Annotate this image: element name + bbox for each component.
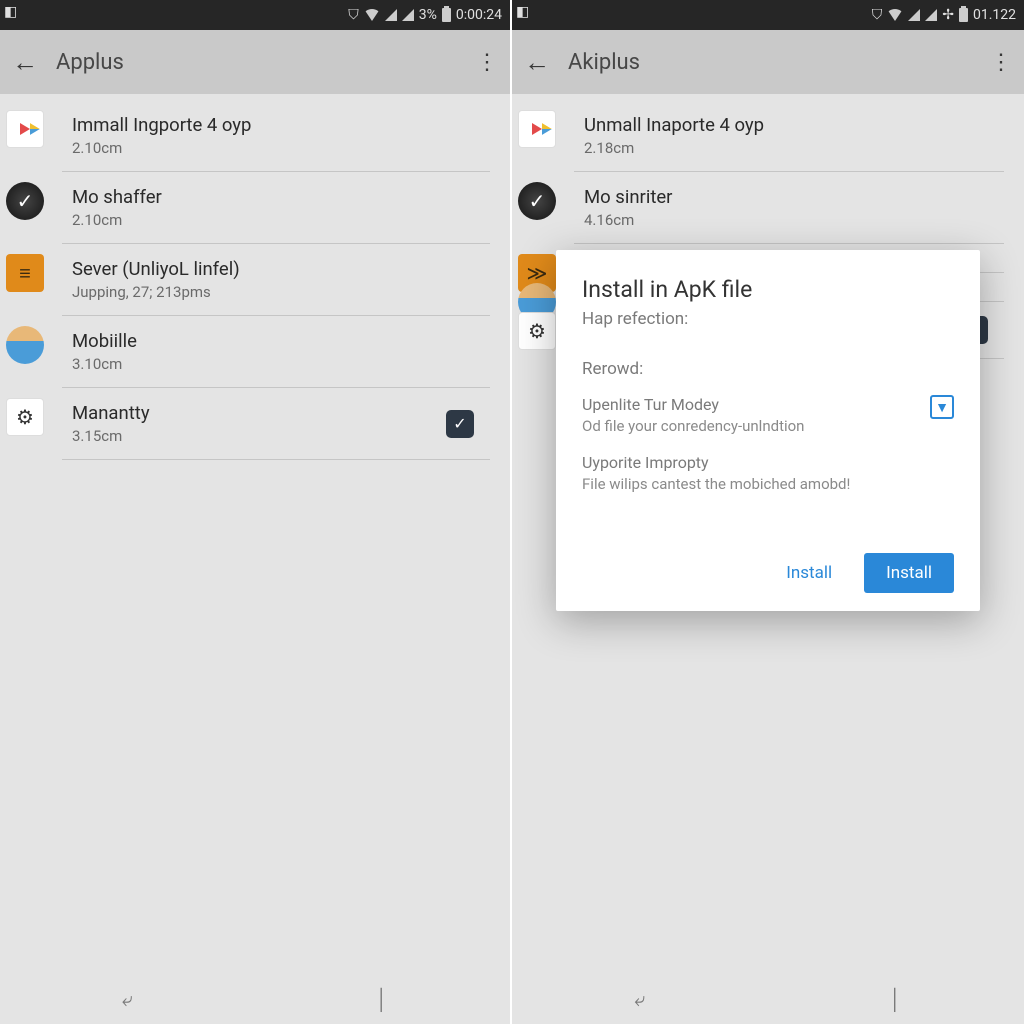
nav-divider: │ [889,987,902,1012]
option-desc: Od file your conredency-unlndtion [582,417,920,435]
item-title: Mo shaffer [72,186,474,208]
item-title: Mobiille [72,330,474,352]
battery-icon [442,8,451,22]
status-bar: ◧ ⛉ 3% 0:00:24 [0,0,510,30]
option-desc: File wilips cantest the mobiched amobd! [582,475,954,493]
list-item[interactable]: Mobiille 3.10cm [62,316,490,388]
nav-bar: ⤶ │ [512,974,1024,1024]
shield-icon: ⛉ [872,7,883,23]
item-title: Unmall Inaporte 4 oyp [584,114,988,136]
back-button[interactable]: ← [12,47,48,78]
app-icon: ✓ [518,182,556,220]
page-title: Akiplus [568,50,988,75]
item-subtitle: 2.10cm [72,139,474,157]
app-icon [6,326,44,364]
item-title: Manantty [72,402,446,424]
nav-back-icon[interactable]: ⤶ [122,987,133,1011]
option-title: Upenlite Tur Modey [582,395,920,414]
nav-divider: │ [376,987,389,1012]
signal-icon [908,9,920,21]
app-icon: ✓ [6,182,44,220]
item-subtitle: 4.16cm [584,211,988,229]
nav-bar: ⤶ │ [0,974,510,1024]
dialog-subtitle: Hap refection: [582,309,954,329]
list-item[interactable]: ✓ Mo sinriter 4.16cm [574,172,1004,244]
nav-back-icon[interactable]: ⤶ [634,987,645,1011]
status-time: 0:00:24 [456,7,502,23]
battery-icon [959,8,968,22]
install-flat-button[interactable]: Install [768,553,850,593]
signal-icon-2 [402,9,414,21]
item-subtitle: Jupping, 27; 213pms [72,283,474,301]
list-item[interactable]: Unmall Inaporte 4 oyp 2.18cm [574,100,1004,172]
screenshot-right: ◧ ⛉ ✢ 01.122 ← Akiplus ⋮ Unmall Inaporte… [512,0,1024,1024]
app-icon: ≡ [6,254,44,292]
status-misc-icon: ✢ [942,7,954,23]
app-bar: ← Applus ⋮ [0,30,510,94]
dialog-section-label: Rerowd: [582,359,954,379]
item-title: Immall Ingporte 4 oyp [72,114,474,136]
screenshot-left: ◧ ⛉ 3% 0:00:24 ← Applus ⋮ Immall Ingport… [0,0,512,1024]
wifi-icon [887,9,903,21]
install-dialog: Install in ApK file Hap refection: Rerow… [556,250,980,611]
shield-icon: ⛉ [348,7,359,23]
app-list: Immall Ingporte 4 oyp 2.10cm ✓ Mo shaffe… [0,94,510,974]
back-button[interactable]: ← [524,47,560,78]
item-subtitle: 2.10cm [72,211,474,229]
list-item[interactable]: ✓ Mo shaffer 2.10cm [62,172,490,244]
dialog-option-row[interactable]: Uyporite Impropty File wilips cantest th… [582,453,954,493]
contact-icon: ◧ [4,4,17,20]
battery-percent: 3% [419,7,437,23]
item-subtitle: 2.18cm [584,139,988,157]
install-raised-button[interactable]: Install [864,553,954,593]
contact-icon: ◧ [516,4,529,20]
overflow-menu-button[interactable]: ⋮ [988,50,1012,75]
app-bar: ← Akiplus ⋮ [512,30,1024,94]
list-item[interactable]: ≡ Sever (UnliyoL linfel) Jupping, 27; 21… [62,244,490,316]
gear-icon: ⚙ [518,312,556,350]
play-store-icon [518,110,556,148]
wifi-icon [364,9,380,21]
list-item[interactable]: ⚙ Manantty 3.15cm ✓ [62,388,490,460]
item-title: Mo sinriter [584,186,988,208]
item-subtitle: 3.10cm [72,355,474,373]
list-item[interactable]: Immall Ingporte 4 oyp 2.10cm [62,100,490,172]
dialog-title: Install in ApK file [582,276,954,303]
option-title: Uyporite Impropty [582,453,954,472]
overflow-menu-button[interactable]: ⋮ [474,50,498,75]
dialog-actions: Install Install [582,553,954,593]
item-title: Sever (UnliyoL linfel) [72,258,474,280]
page-title: Applus [56,50,474,75]
dialog-option-row[interactable]: Upenlite Tur Modey Od file your conreden… [582,395,954,435]
play-store-icon [6,110,44,148]
checkbox-checked[interactable]: ✓ [446,410,474,438]
item-subtitle: 3.15cm [72,427,446,445]
status-time: 01.122 [973,7,1016,23]
signal-icon [385,9,397,21]
gear-icon: ⚙ [6,398,44,436]
option-checkbox-checked[interactable]: ▼ [930,395,954,419]
status-bar: ◧ ⛉ ✢ 01.122 [512,0,1024,30]
signal-icon-2 [925,9,937,21]
